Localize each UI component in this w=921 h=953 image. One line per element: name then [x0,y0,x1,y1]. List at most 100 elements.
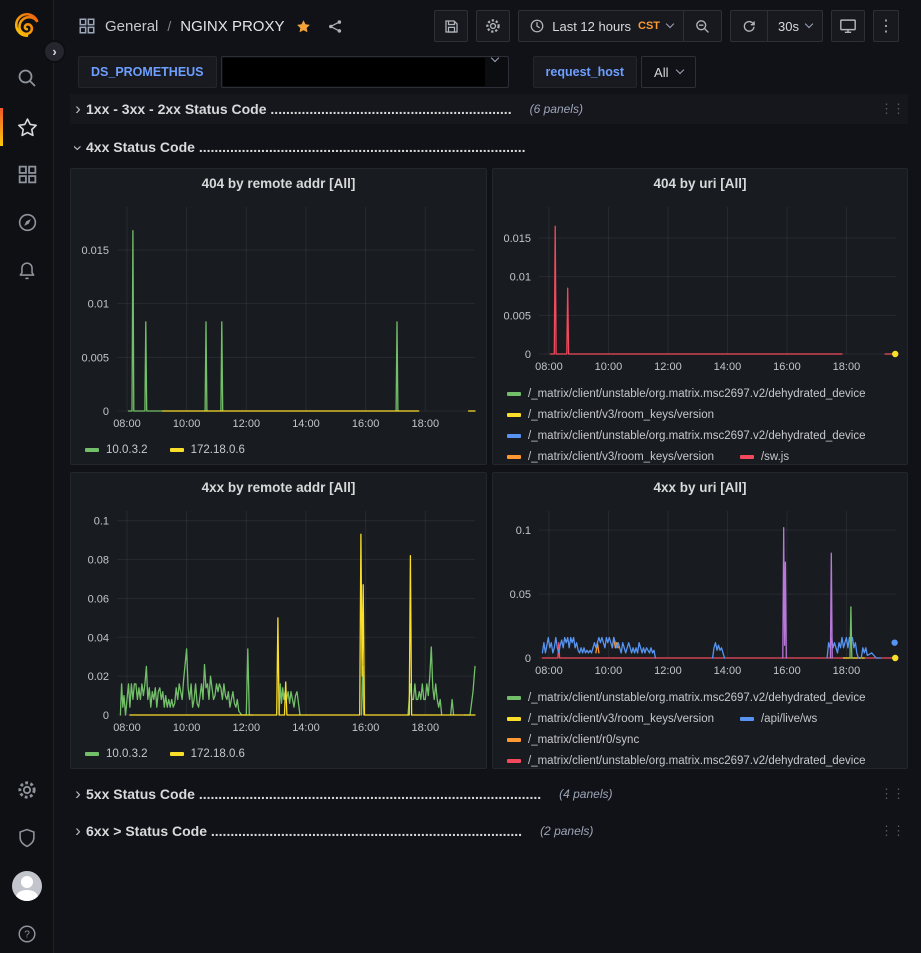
legend-item[interactable]: /_matrix/client/unstable/org.matrix.msc2… [507,388,866,400]
svg-text:08:00: 08:00 [535,665,563,677]
row-drag-handle[interactable]: ⋮⋮ [880,786,908,802]
row-collapse-chevron: › [70,784,86,804]
legend-label: /_matrix/client/unstable/org.matrix.msc2… [528,692,866,704]
panel-title[interactable]: 404 by uri [All] [493,169,907,197]
server-admin-shield-icon[interactable] [0,818,54,858]
row-drag-handle[interactable]: ⋮⋮ [880,823,908,839]
svg-text:0: 0 [525,653,531,665]
legend-item[interactable]: /_matrix/client/unstable/org.matrix.msc2… [507,755,866,767]
legend-item[interactable]: /_matrix/client/v3/room_keys/version [507,451,714,463]
chart-legend: /_matrix/client/unstable/org.matrix.msc2… [493,682,907,768]
legend-item[interactable]: /sw.js [740,451,789,463]
explore-compass-icon[interactable] [0,202,54,242]
legend-label: /_matrix/client/r0/sync [528,734,639,746]
row-panel-count: (2 panels) [540,824,593,838]
svg-text:0.06: 0.06 [88,593,109,605]
sidebar: ? [0,0,54,953]
legend-label: 10.0.3.2 [106,444,148,456]
help-icon[interactable]: ? [0,914,54,953]
legend-label: /_matrix/client/unstable/org.matrix.msc2… [528,430,866,442]
svg-text:12:00: 12:00 [233,418,261,430]
svg-text:16:00: 16:00 [773,361,801,373]
legend-item[interactable]: 10.0.3.2 [85,444,148,456]
legend-swatch [507,413,521,417]
legend-swatch [740,717,754,721]
panel-4xx-by-uri: 4xx by uri [All] 08:0010:0012:0014:0016:… [492,472,908,769]
timeseries-chart[interactable]: 08:0010:0012:0014:0016:0018:0000.0050.01… [493,197,905,378]
legend-swatch [507,759,521,763]
starred-dashboards-icon[interactable] [0,107,54,147]
legend-swatch [507,738,521,742]
svg-text:12:00: 12:00 [654,665,682,677]
svg-text:18:00: 18:00 [833,665,861,677]
timeseries-chart[interactable]: 08:0010:0012:0014:0016:0018:0000.0050.01… [71,197,484,435]
svg-text:0.05: 0.05 [510,589,531,601]
search-icon[interactable] [0,58,54,98]
svg-text:16:00: 16:00 [773,665,801,677]
legend-label: /_matrix/client/unstable/org.matrix.msc2… [528,755,866,767]
timeseries-chart[interactable]: 08:0010:0012:0014:0016:0018:0000.050.1 [493,501,905,682]
svg-text:12:00: 12:00 [654,361,682,373]
chart-legend: /_matrix/client/unstable/org.matrix.msc2… [493,378,907,464]
panel-title[interactable]: 4xx by remote addr [All] [71,473,486,501]
legend-label: /api/live/ws [761,713,817,725]
legend-swatch [170,448,184,452]
chart-legend: 10.0.3.2 172.18.0.6 [71,435,486,464]
svg-text:0.04: 0.04 [88,632,109,644]
legend-swatch [507,717,521,721]
legend-item[interactable]: /_matrix/client/unstable/org.matrix.msc2… [507,430,866,442]
row-header-1xx-3xx-2xx[interactable]: › 1xx - 3xx - 2xx Status Code ..........… [70,94,908,124]
svg-text:18:00: 18:00 [412,418,440,430]
svg-text:0.01: 0.01 [510,272,531,284]
svg-text:14:00: 14:00 [292,418,320,430]
svg-text:0: 0 [103,406,109,418]
legend-label: 172.18.0.6 [191,444,245,456]
row-panel-count: (4 panels) [559,787,612,801]
user-avatar[interactable] [0,866,54,906]
legend-swatch [85,448,99,452]
row-header-4xx[interactable]: › 4xx Status Code ......................… [70,132,908,162]
row-header-6xx[interactable]: › 6xx > Status Code ....................… [70,816,908,846]
legend-swatch [85,752,99,756]
legend-swatch [170,752,184,756]
legend-item[interactable]: /api/live/ws [740,713,817,725]
legend-item[interactable]: 172.18.0.6 [170,748,245,760]
row-collapse-chevron: › [70,821,86,841]
grafana-dashboard: ? › General / NGINX PROXY [0,0,921,953]
timeseries-chart[interactable]: 08:0010:0012:0014:0016:0018:0000.020.040… [71,501,484,739]
row-collapse-chevron: › [70,140,88,156]
legend-swatch [507,392,521,396]
svg-text:10:00: 10:00 [595,361,623,373]
legend-item[interactable]: /_matrix/client/v3/room_keys/version [507,409,714,421]
svg-text:0.1: 0.1 [94,516,109,528]
panel-title[interactable]: 4xx by uri [All] [493,473,907,501]
legend-label: /_matrix/client/v3/room_keys/version [528,713,714,725]
svg-text:14:00: 14:00 [714,665,742,677]
panel-title[interactable]: 404 by remote addr [All] [71,169,486,197]
alerting-bell-icon[interactable] [0,250,54,290]
legend-item[interactable]: 10.0.3.2 [85,748,148,760]
svg-text:0: 0 [103,710,109,722]
svg-text:18:00: 18:00 [833,361,861,373]
legend-label: 172.18.0.6 [191,748,245,760]
panel-404-by-remote-addr: 404 by remote addr [All] 08:0010:0012:00… [70,168,487,465]
legend-label: /_matrix/client/v3/room_keys/version [528,409,714,421]
row-drag-handle[interactable]: ⋮⋮ [880,101,908,117]
svg-text:0.005: 0.005 [81,352,109,364]
svg-text:0.02: 0.02 [88,671,109,683]
svg-text:10:00: 10:00 [173,418,201,430]
legend-swatch [507,434,521,438]
legend-item[interactable]: /_matrix/client/unstable/org.matrix.msc2… [507,692,866,704]
dashboards-icon[interactable] [0,154,54,194]
legend-item[interactable]: 172.18.0.6 [170,444,245,456]
row-collapse-chevron: › [70,99,86,119]
grafana-logo-icon[interactable] [13,11,41,44]
svg-text:0.015: 0.015 [81,245,109,257]
svg-text:0.015: 0.015 [503,233,531,245]
sidebar-expand-button[interactable]: › [43,40,66,63]
legend-item[interactable]: /_matrix/client/v3/room_keys/version [507,713,714,725]
row-header-5xx[interactable]: › 5xx Status Code ......................… [70,779,908,809]
row-panel-count: (6 panels) [530,102,583,116]
legend-item[interactable]: /_matrix/client/r0/sync [507,734,639,746]
configuration-gear-icon[interactable] [0,770,54,810]
